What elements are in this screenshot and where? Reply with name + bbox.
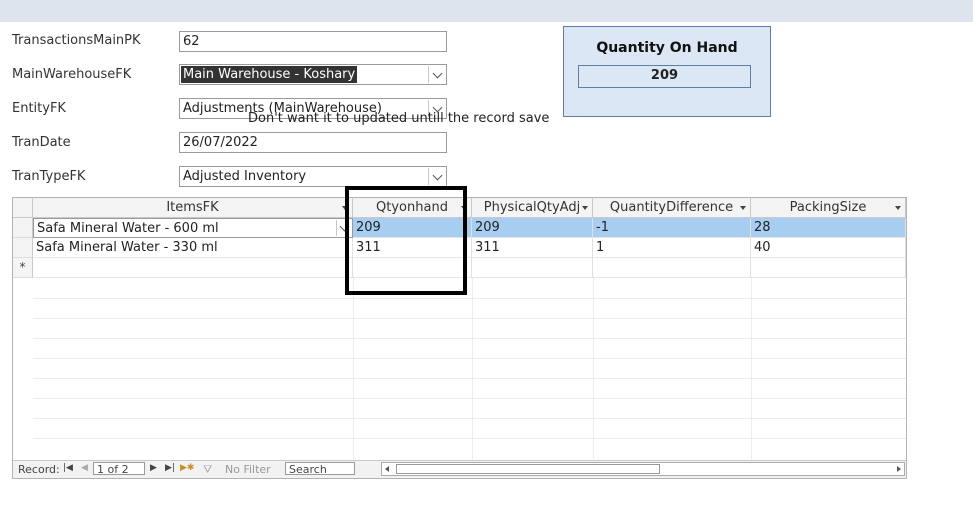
scroll-right-icon[interactable] bbox=[897, 466, 901, 472]
row-selector[interactable] bbox=[13, 218, 33, 238]
cell-itemsfk[interactable]: Safa Mineral Water - 600 ml bbox=[33, 218, 353, 238]
dropdown-arrow-icon[interactable] bbox=[895, 206, 901, 210]
quantity-on-hand-value[interactable]: 209 bbox=[578, 65, 751, 88]
highlight-box bbox=[345, 186, 467, 295]
quantity-on-hand-title: Quantity On Hand bbox=[596, 40, 738, 56]
cell-physicalqtyadj[interactable] bbox=[472, 258, 593, 278]
chevron-down-icon[interactable] bbox=[428, 168, 445, 185]
cell-itemsfk[interactable] bbox=[33, 258, 353, 278]
trantypefk-label: TranTypeFK bbox=[12, 169, 86, 184]
cell-packingsize[interactable]: 28 bbox=[751, 218, 906, 238]
trantypefk-combo[interactable]: Adjusted Inventory bbox=[179, 166, 447, 187]
grid-line bbox=[593, 278, 594, 459]
grid-line bbox=[33, 418, 906, 419]
grid-line bbox=[33, 378, 906, 379]
cell-packingsize[interactable]: 40 bbox=[751, 238, 906, 258]
mainwarehousefk-combo[interactable]: Main Warehouse - Koshary bbox=[179, 64, 447, 85]
mainwarehousefk-value: Main Warehouse - Koshary bbox=[181, 66, 358, 83]
current-record-field[interactable]: 1 of 2 bbox=[93, 462, 145, 476]
window-top-band bbox=[0, 0, 973, 22]
grid-line bbox=[33, 398, 906, 399]
cell-value: Safa Mineral Water - 600 ml bbox=[37, 221, 219, 236]
search-input[interactable]: Search bbox=[285, 462, 355, 476]
dropdown-arrow-icon[interactable] bbox=[582, 206, 588, 210]
grid-line bbox=[33, 438, 906, 439]
row-selector[interactable] bbox=[13, 238, 33, 258]
grid-line bbox=[33, 318, 906, 319]
column-header-label: QuantityDifference bbox=[609, 200, 734, 215]
column-header-packingsize[interactable]: PackingSize bbox=[751, 198, 906, 218]
mainwarehousefk-label: MainWarehouseFK bbox=[12, 67, 132, 82]
next-record-icon[interactable]: ▶ bbox=[150, 463, 157, 473]
annotation-text: Don't want it to updated untill the reco… bbox=[248, 111, 550, 126]
column-header-label: PhysicalQtyAdj bbox=[483, 200, 581, 215]
dropdown-arrow-icon[interactable] bbox=[740, 206, 746, 210]
previous-record-icon[interactable]: ◀ bbox=[81, 463, 88, 473]
trantypefk-value: Adjusted Inventory bbox=[183, 169, 307, 184]
record-label: Record: bbox=[18, 463, 60, 476]
grid-line bbox=[472, 278, 473, 459]
grid-line bbox=[751, 278, 752, 459]
grid-line bbox=[33, 338, 906, 339]
last-record-icon[interactable]: ▶| bbox=[165, 463, 175, 473]
column-header-quantitydifference[interactable]: QuantityDifference bbox=[593, 198, 751, 218]
column-header-physicalqtyadj[interactable]: PhysicalQtyAdj bbox=[472, 198, 593, 218]
scrollbar-thumb[interactable] bbox=[396, 464, 660, 474]
horizontal-scrollbar[interactable] bbox=[381, 462, 905, 476]
record-navigation-bar: Record: |◀ ◀ 1 of 2 ▶ ▶| ▶✱ ⛛ No Filter … bbox=[13, 460, 906, 478]
cell-quantitydifference[interactable]: -1 bbox=[593, 218, 751, 238]
entityfk-label: EntityFK bbox=[12, 101, 66, 116]
grid-line bbox=[353, 278, 354, 459]
trandate-label: TranDate bbox=[12, 135, 71, 150]
cell-quantitydifference[interactable]: 1 bbox=[593, 238, 751, 258]
filter-icon: ⛛ bbox=[203, 463, 213, 476]
cell-quantitydifference[interactable] bbox=[593, 258, 751, 278]
cell-physicalqtyadj[interactable]: 311 bbox=[472, 238, 593, 258]
transactionsmainpk-field[interactable]: 62 bbox=[179, 31, 447, 52]
transactionsmainpk-label: TransactionsMainPK bbox=[12, 33, 141, 48]
new-row-marker[interactable]: * bbox=[13, 258, 33, 278]
grid-line bbox=[33, 298, 906, 299]
column-header-itemsfk[interactable]: ItemsFK bbox=[33, 198, 353, 218]
new-record-icon[interactable]: ▶✱ bbox=[180, 463, 194, 473]
select-all-corner[interactable] bbox=[13, 198, 33, 218]
cell-itemsfk[interactable]: Safa Mineral Water - 330 ml bbox=[33, 238, 353, 258]
column-header-label: PackingSize bbox=[789, 200, 867, 215]
grid-line bbox=[33, 358, 906, 359]
quantity-on-hand-panel: Quantity On Hand 209 bbox=[563, 26, 771, 117]
trandate-field[interactable]: 26/07/2022 bbox=[179, 132, 447, 153]
scroll-left-icon[interactable] bbox=[385, 466, 389, 472]
cell-physicalqtyadj[interactable]: 209 bbox=[472, 218, 593, 238]
no-filter-label[interactable]: No Filter bbox=[225, 463, 271, 476]
cell-packingsize[interactable] bbox=[751, 258, 906, 278]
column-header-label: ItemsFK bbox=[166, 200, 219, 215]
first-record-icon[interactable]: |◀ bbox=[63, 463, 73, 473]
chevron-down-icon[interactable] bbox=[428, 66, 445, 83]
